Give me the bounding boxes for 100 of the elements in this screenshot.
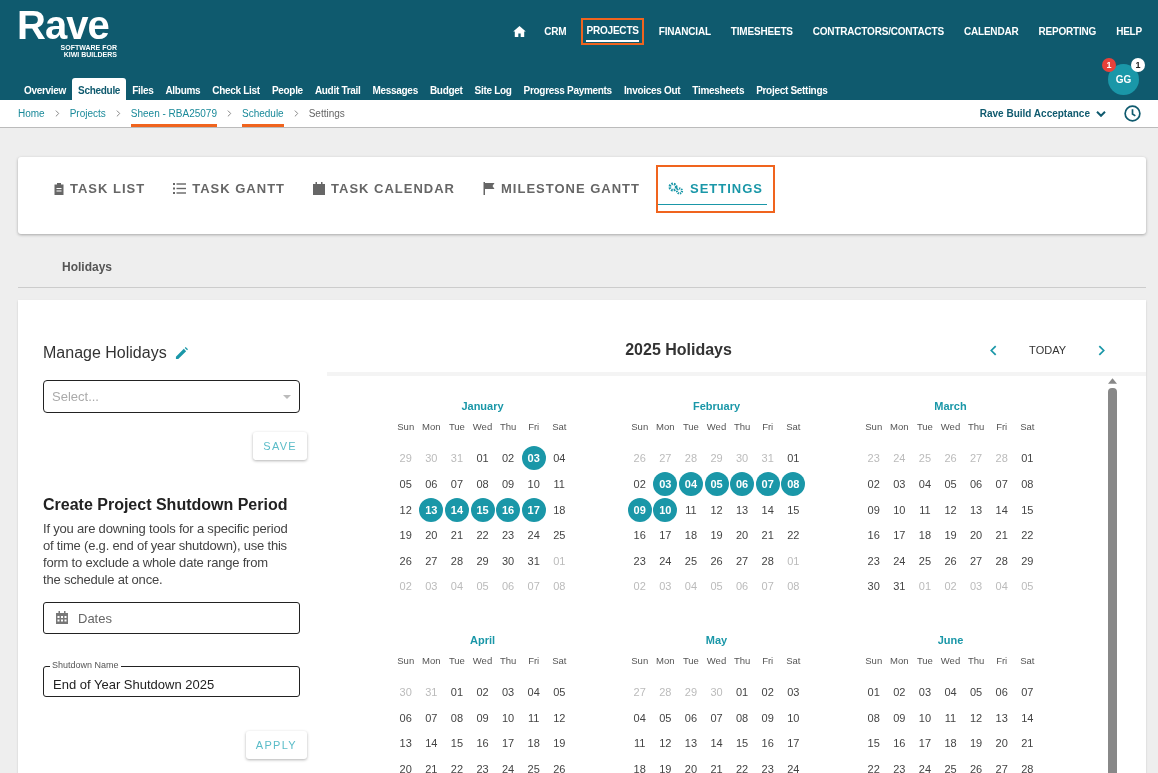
today-button[interactable]: TODAY <box>1029 344 1066 356</box>
calendar-day[interactable]: 07 <box>704 705 729 730</box>
calendar-day[interactable]: 18 <box>678 523 703 548</box>
calendar-day[interactable]: 14 <box>755 497 780 522</box>
calendar-day[interactable]: 27 <box>419 548 444 573</box>
calendar-day[interactable]: 06 <box>419 472 444 496</box>
calendar-day[interactable]: 09 <box>887 705 912 730</box>
calendar-day[interactable]: 07 <box>419 705 444 730</box>
calendar-day[interactable]: 17 <box>912 731 937 756</box>
calendar-day[interactable]: 18 <box>627 756 652 773</box>
main-nav-link[interactable]: HELP <box>1111 20 1147 43</box>
calendar-day[interactable]: 25 <box>912 548 937 573</box>
calendar-day[interactable]: 06 <box>989 680 1014 704</box>
company-selector[interactable]: Rave Build Acceptance <box>979 108 1106 119</box>
calendar-day[interactable]: 22 <box>781 523 806 548</box>
calendar-day[interactable]: 21 <box>989 523 1014 548</box>
project-nav-tab[interactable]: Site Log <box>468 78 518 103</box>
calendar-day[interactable]: 16 <box>861 523 886 548</box>
calendar-day[interactable]: 20 <box>964 523 989 548</box>
calendar-day[interactable]: 06 <box>678 705 703 730</box>
holidays-tab[interactable]: Holidays <box>62 260 112 274</box>
calendar-day[interactable]: 03 <box>912 680 937 704</box>
calendar-day[interactable]: 30 <box>496 548 521 573</box>
calendar-day[interactable]: 02 <box>861 472 886 496</box>
calendar-day[interactable]: 22 <box>730 756 755 773</box>
calendar-day[interactable]: 01 <box>1015 446 1040 471</box>
calendar-day[interactable]: 19 <box>547 731 572 756</box>
main-nav-link[interactable]: REPORTING <box>1033 20 1102 43</box>
pencil-icon[interactable] <box>174 346 188 360</box>
main-nav-link[interactable]: CONTRACTORS/CONTACTS <box>807 20 949 43</box>
calendar-day[interactable]: 02 <box>470 680 495 704</box>
calendar-day[interactable]: 19 <box>938 523 963 548</box>
calendar-day[interactable]: 09 <box>861 497 886 522</box>
calendar-day[interactable]: 08 <box>1015 472 1040 496</box>
project-nav-tab[interactable]: Albums <box>159 78 207 103</box>
project-nav-tab[interactable]: Overview <box>18 78 73 103</box>
calendar-day[interactable]: 01 <box>730 680 755 704</box>
project-nav-tab[interactable]: Budget <box>423 78 469 103</box>
calendar-day[interactable]: 07 <box>1015 680 1040 704</box>
calendar-day[interactable]: 01 <box>444 680 469 704</box>
calendar-day[interactable]: 04 <box>938 680 963 704</box>
calendar-day[interactable]: 18 <box>938 731 963 756</box>
calendar-day[interactable]: 25 <box>678 548 703 573</box>
calendar-day[interactable]: 06 <box>964 472 989 496</box>
calendar-day[interactable]: 22 <box>470 523 495 548</box>
calendar-day[interactable]: 26 <box>547 756 572 773</box>
calendar-day[interactable]: 13 <box>730 497 755 522</box>
calendar-day[interactable]: 25 <box>547 523 572 548</box>
calendar-day[interactable]: 29 <box>1015 548 1040 573</box>
calendar-day[interactable]: 23 <box>861 548 886 573</box>
calendar-day[interactable]: 13 <box>393 731 418 756</box>
calendar-day[interactable]: 23 <box>887 756 912 773</box>
clock-icon[interactable] <box>1124 105 1141 122</box>
view-tab[interactable]: TASK GANTT <box>161 165 297 213</box>
calendar-day[interactable]: 23 <box>470 756 495 773</box>
calendar-day[interactable]: 01 <box>781 446 806 471</box>
calendar-day[interactable]: 08 <box>470 472 495 496</box>
calendar-day[interactable]: 07 <box>989 472 1014 496</box>
calendar-day[interactable]: 14 <box>419 731 444 756</box>
calendar-day[interactable]: 11 <box>521 705 546 730</box>
calendar-day[interactable]: 23 <box>755 756 780 773</box>
home-icon[interactable] <box>513 26 527 37</box>
calendar-day[interactable]: 12 <box>547 705 572 730</box>
calendar-day[interactable]: 27 <box>730 548 755 573</box>
calendar-day[interactable]: 28 <box>755 548 780 573</box>
calendar-day[interactable]: 13 <box>989 705 1014 730</box>
calendar-day[interactable]: 03 <box>781 680 806 704</box>
calendar-day[interactable]: 18 <box>521 731 546 756</box>
project-nav-tab[interactable]: Files <box>126 78 160 103</box>
calendar-day[interactable]: 18 <box>912 523 937 548</box>
calendar-day[interactable]: 16 <box>887 731 912 756</box>
calendar-day[interactable]: 16 <box>627 523 652 548</box>
calendar-day[interactable]: 12 <box>704 497 729 522</box>
calendar-day[interactable]: 08 <box>730 705 755 730</box>
calendar-day[interactable]: 04 <box>547 446 572 471</box>
main-nav-link[interactable]: CRM <box>539 20 572 43</box>
calendar-day[interactable]: 23 <box>627 548 652 573</box>
calendar-day[interactable]: 11 <box>912 497 937 522</box>
calendar-day[interactable]: 28 <box>989 548 1014 573</box>
calendar-day[interactable]: 02 <box>887 680 912 704</box>
calendar-day[interactable]: 26 <box>938 548 963 573</box>
calendar-day[interactable]: 27 <box>964 548 989 573</box>
calendar-day[interactable]: 22 <box>1015 523 1040 548</box>
calendar-day[interactable]: 24 <box>887 548 912 573</box>
calendar-day[interactable]: 27 <box>989 756 1014 773</box>
calendar-day[interactable]: 19 <box>393 523 418 548</box>
view-tab[interactable]: TASK CALENDAR <box>301 165 467 213</box>
calendar-day[interactable]: 17 <box>496 731 521 756</box>
calendar-day[interactable]: 03 <box>496 680 521 704</box>
calendar-day[interactable]: 19 <box>653 756 678 773</box>
project-nav-tab[interactable]: Schedule <box>72 78 127 103</box>
calendar-day[interactable]: 24 <box>781 756 806 773</box>
calendar-day[interactable]: 02 <box>496 446 521 471</box>
calendar-day[interactable]: 10 <box>912 705 937 730</box>
calendar-day[interactable]: 13 <box>678 731 703 756</box>
calendar-day[interactable]: 20 <box>393 756 418 773</box>
project-nav-tab[interactable]: People <box>265 78 309 103</box>
calendar-day[interactable]: 08 <box>861 705 886 730</box>
calendar-day[interactable]: 10 <box>521 472 546 496</box>
calendar-day[interactable]: 05 <box>964 680 989 704</box>
